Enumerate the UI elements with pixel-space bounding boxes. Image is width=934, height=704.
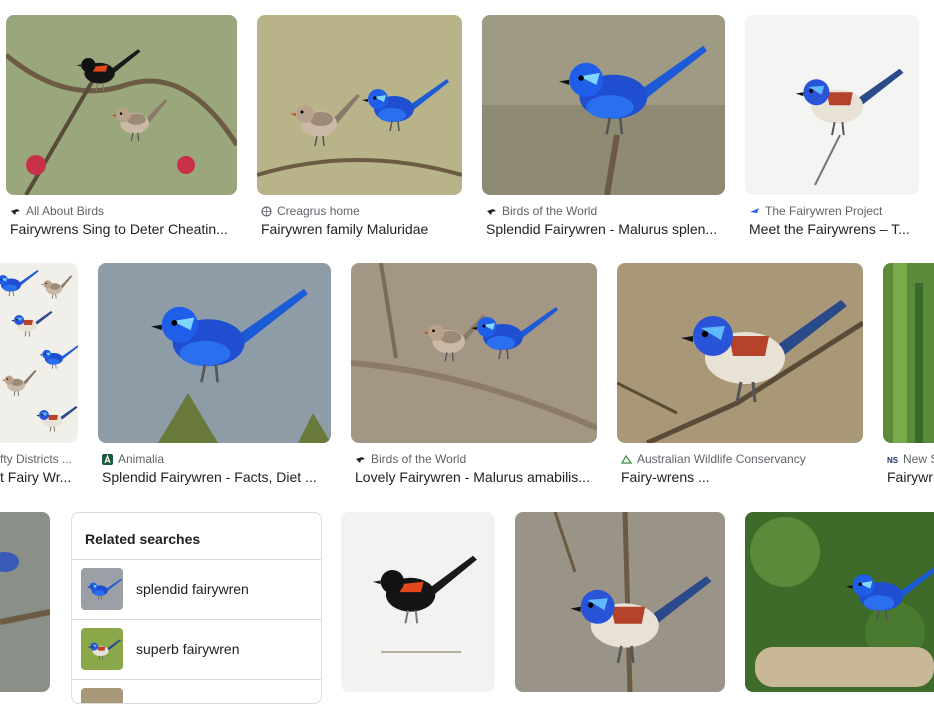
result-title[interactable]: Meet the Fairywrens – T...: [749, 221, 917, 237]
result-thumbnail[interactable]: [745, 512, 934, 692]
svg-text:NS: NS: [887, 456, 898, 465]
animalia-icon: [102, 453, 113, 465]
result-thumbnail[interactable]: [257, 15, 462, 195]
result-thumbnail[interactable]: [617, 263, 863, 443]
result-title[interactable]: Fairywren family Maluridae: [261, 221, 461, 237]
related-search-label: splendid fairywren: [136, 581, 249, 597]
result-title[interactable]: t Fairy Wr...: [0, 469, 76, 485]
result-source[interactable]: The Fairywren Project: [749, 204, 919, 218]
result-source[interactable]: Australian Wildlife Conservancy: [621, 452, 862, 466]
related-search-thumbnail: [81, 628, 123, 670]
result-thumbnail[interactable]: [482, 15, 725, 195]
image-result-card[interactable]: Australian Wildlife Conservancy Fairy-wr…: [617, 263, 863, 493]
result-thumbnail[interactable]: [515, 512, 725, 692]
result-title[interactable]: Fairywrens Sing to Deter Cheatin...: [10, 221, 236, 237]
image-result-card[interactable]: fty Districts ... t Fairy Wr...: [0, 263, 78, 493]
bird-favicon-icon: [486, 206, 497, 217]
result-thumbnail[interactable]: [98, 263, 331, 443]
related-search-item[interactable]: superb fairywren: [72, 619, 321, 679]
image-result-card[interactable]: All About Birds Fairywrens Sing to Deter…: [6, 15, 237, 245]
result-title[interactable]: Splendid Fairywren - Facts, Diet ...: [102, 469, 328, 485]
bird-favicon-icon: [10, 206, 21, 217]
related-search-thumbnail: [81, 568, 123, 610]
result-source[interactable]: Animalia: [102, 452, 330, 466]
related-searches-panel: Related searches splendid fairywren supe…: [71, 512, 322, 704]
result-source[interactable]: Creagrus home: [261, 204, 461, 218]
result-title[interactable]: Lovely Fairywren - Malurus amabilis...: [355, 469, 595, 485]
result-thumbnail[interactable]: [883, 263, 934, 443]
related-search-item[interactable]: [72, 679, 321, 703]
bird-favicon-icon: [355, 454, 366, 465]
image-result-card[interactable]: The Fairywren Project Meet the Fairywren…: [745, 15, 919, 245]
result-title[interactable]: Fairy-wrens ...: [621, 469, 861, 485]
image-result-card[interactable]: Creagrus home Fairywren family Maluridae: [257, 15, 462, 245]
result-title[interactable]: Splendid Fairywren - Malurus splen...: [486, 221, 722, 237]
result-source[interactable]: fty Districts ...: [0, 452, 78, 466]
related-searches-title: Related searches: [85, 531, 201, 547]
result-source[interactable]: Birds of the World: [486, 204, 724, 218]
globe-icon: [261, 205, 272, 217]
image-result-card[interactable]: Birds of the World Lovely Fairywren - Ma…: [351, 263, 597, 493]
related-search-thumbnail: [81, 688, 123, 703]
result-thumbnail[interactable]: [6, 15, 237, 195]
image-result-card[interactable]: Animalia Splendid Fairywren - Facts, Die…: [98, 263, 331, 493]
awc-icon: [621, 454, 632, 465]
result-thumbnail[interactable]: [341, 512, 495, 692]
result-thumbnail[interactable]: [0, 512, 50, 692]
related-search-item[interactable]: splendid fairywren: [72, 559, 321, 619]
result-thumbnail[interactable]: [0, 263, 78, 443]
image-result-card[interactable]: Birds of the World Splendid Fairywren - …: [482, 15, 725, 245]
image-result-card[interactable]: NS New S Fairywr: [883, 263, 934, 493]
result-source[interactable]: Birds of the World: [355, 452, 596, 466]
result-thumbnail[interactable]: [745, 15, 919, 195]
result-source[interactable]: NS New S: [887, 452, 934, 466]
related-search-label: superb fairywren: [136, 641, 240, 657]
result-source[interactable]: All About Birds: [10, 204, 237, 218]
result-thumbnail[interactable]: [351, 263, 597, 443]
result-title[interactable]: Fairywr: [887, 469, 934, 485]
ns-icon: NS: [887, 454, 898, 465]
fairywren-project-icon: [749, 206, 760, 217]
